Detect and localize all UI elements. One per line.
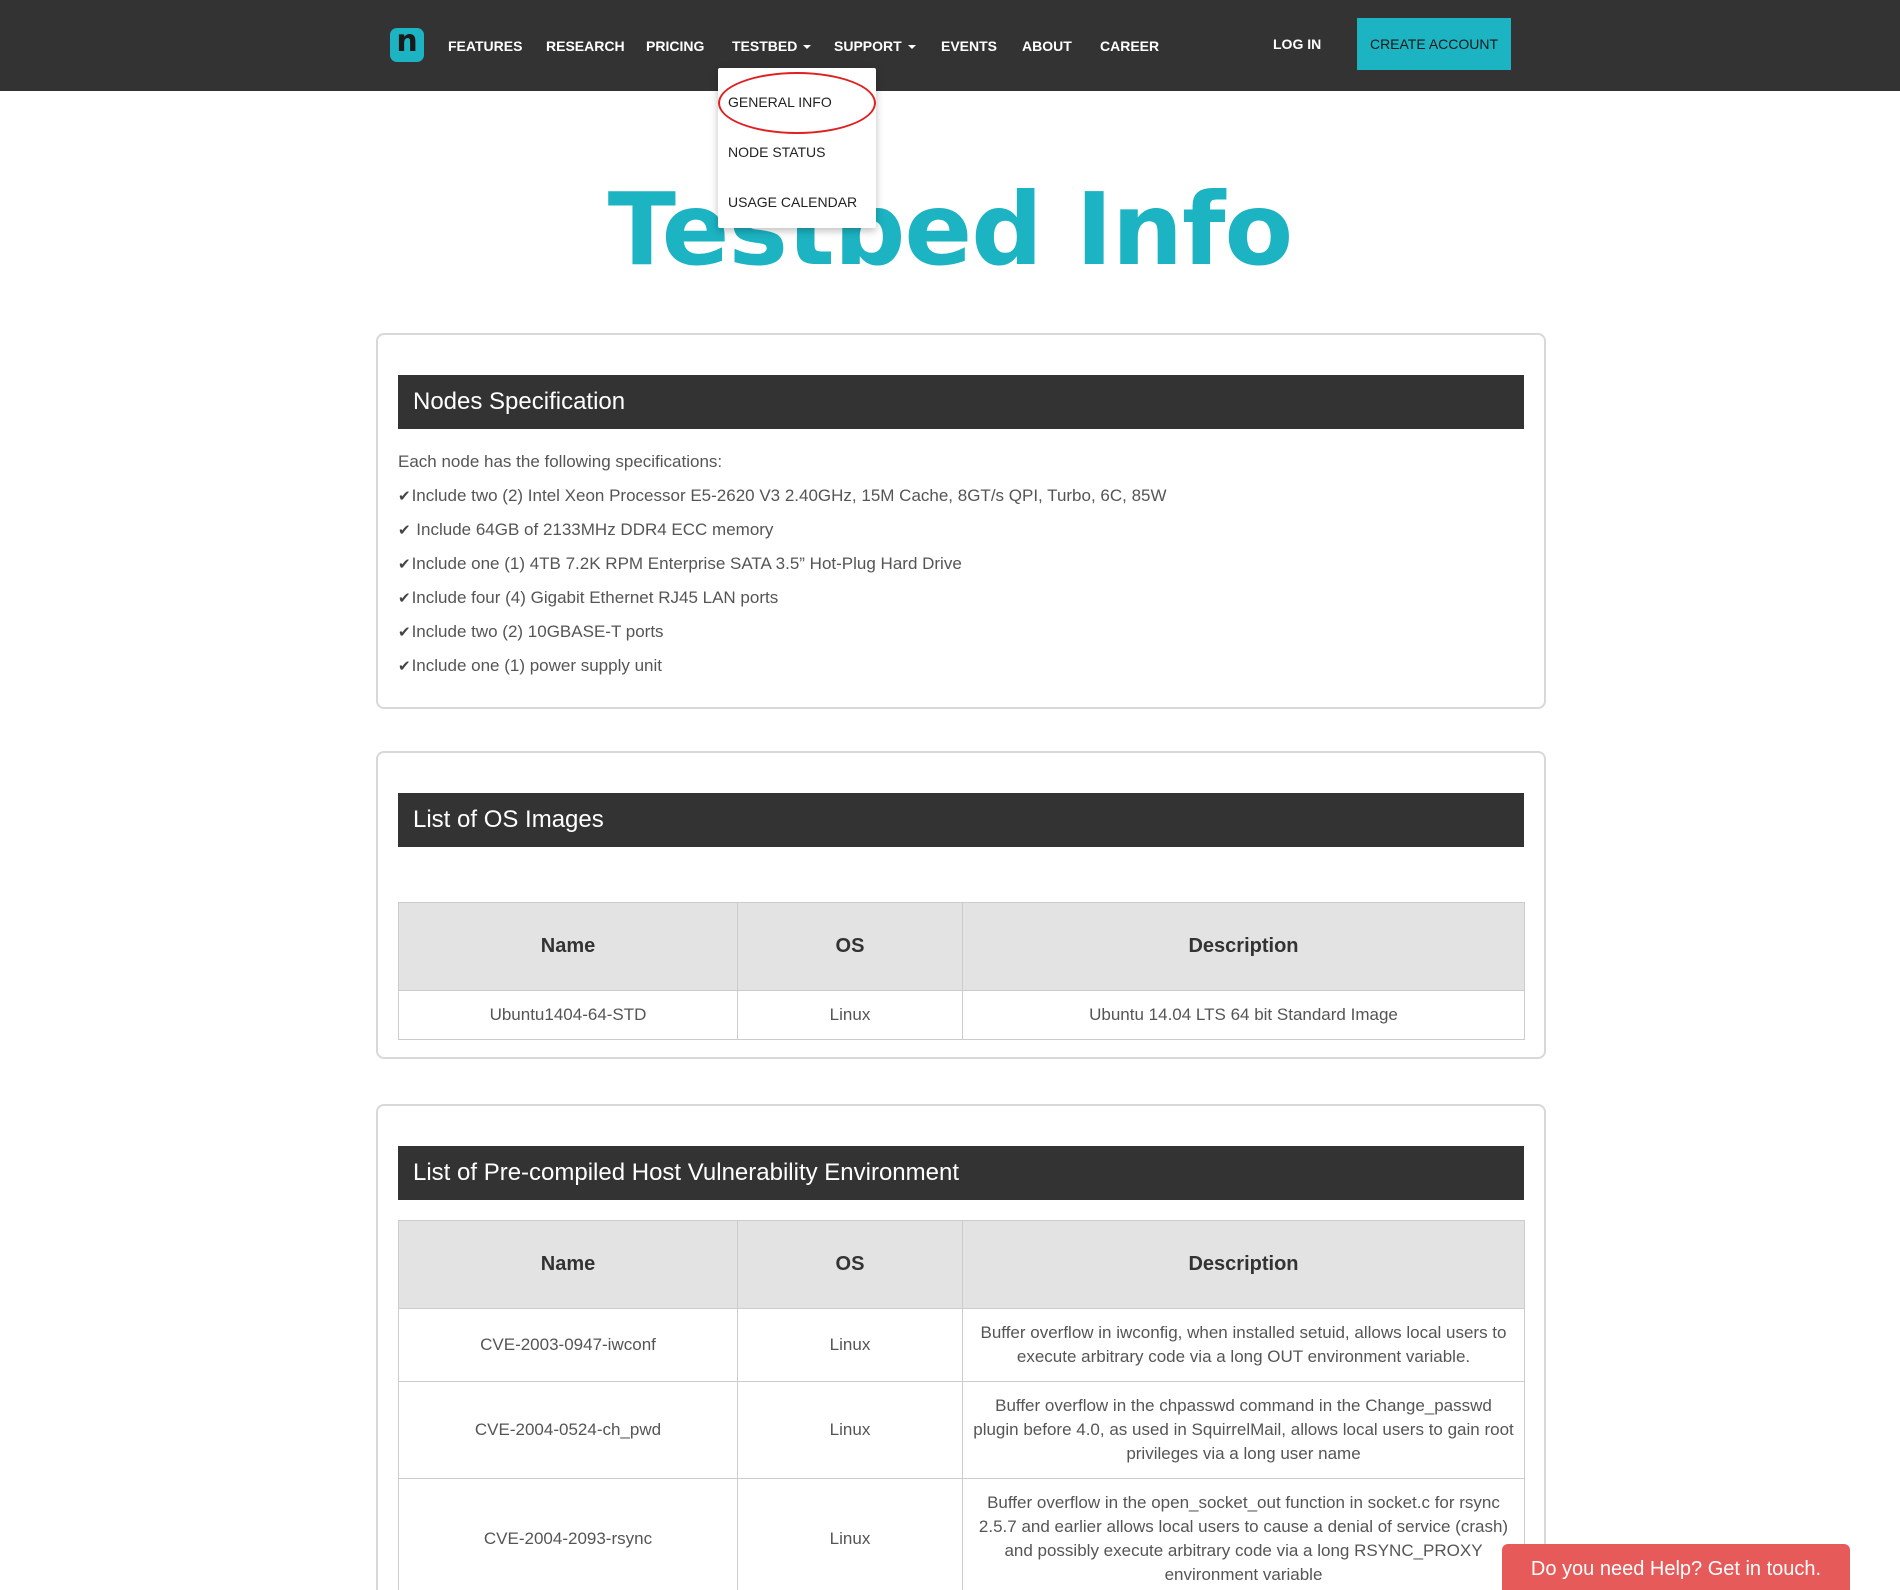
table-row: CVE-2003-0947-iwconf Linux Buffer overfl… xyxy=(398,1308,1525,1382)
cell-name: CVE-2003-0947-iwconf xyxy=(398,1308,738,1382)
spec-item: ✔Include two (2) 10GBASE-T ports xyxy=(398,622,664,642)
spec-item: ✔ Include 64GB of 2133MHz DDR4 ECC memor… xyxy=(398,520,773,540)
table-row: CVE-2004-2093-rsync Linux Buffer overflo… xyxy=(398,1478,1525,1590)
cell-os: Linux xyxy=(737,1381,963,1479)
spec-text: Include one (1) power supply unit xyxy=(411,656,663,675)
cell-name: CVE-2004-0524-ch_pwd xyxy=(398,1381,738,1479)
caret-down-icon xyxy=(803,45,812,50)
spec-text: Include two (2) 10GBASE-T ports xyxy=(411,622,664,641)
spec-text: Include four (4) Gigabit Ethernet RJ45 L… xyxy=(411,588,779,607)
help-contact-button[interactable]: Do you need Help? Get in touch. xyxy=(1502,1544,1850,1590)
table-header-row: Name OS Description xyxy=(398,902,1525,991)
nav-support[interactable]: SUPPORT xyxy=(834,38,916,54)
nodes-spec-panel: Nodes Specification Each node has the fo… xyxy=(376,333,1546,709)
nav-about[interactable]: ABOUT xyxy=(1022,38,1072,54)
column-header-name: Name xyxy=(398,1220,738,1309)
vuln-env-panel: List of Pre-compiled Host Vulnerability … xyxy=(376,1104,1546,1590)
nav-pricing[interactable]: PRICING xyxy=(646,38,704,54)
nodes-intro: Each node has the following specificatio… xyxy=(398,452,723,471)
nav-support-label: SUPPORT xyxy=(834,38,902,54)
cell-name: Ubuntu1404-64-STD xyxy=(398,990,738,1040)
nav-events[interactable]: EVENTS xyxy=(941,38,997,54)
os-images-panel: List of OS Images Name OS Description Ub… xyxy=(376,751,1546,1059)
vuln-env-header: List of Pre-compiled Host Vulnerability … xyxy=(398,1146,1524,1200)
check-icon: ✔ xyxy=(398,623,411,641)
column-header-description: Description xyxy=(962,1220,1525,1309)
table-header-row: Name OS Description xyxy=(398,1220,1525,1309)
login-link[interactable]: LOG IN xyxy=(1273,36,1321,52)
dropdown-item-usage-calendar[interactable]: USAGE CALENDAR xyxy=(728,194,857,210)
spec-text: Include two (2) Intel Xeon Processor E5-… xyxy=(411,486,1167,505)
check-icon: ✔ xyxy=(398,555,411,573)
page-title: Testbed Info xyxy=(607,171,1293,288)
spec-item: ✔Include two (2) Intel Xeon Processor E5… xyxy=(398,486,1167,506)
top-navbar: n FEATURES RESEARCH PRICING TESTBED SUPP… xyxy=(0,0,1900,91)
caret-down-icon xyxy=(907,45,916,50)
spec-item: ✔Include one (1) power supply unit xyxy=(398,656,662,676)
dropdown-item-node-status[interactable]: NODE STATUS xyxy=(728,144,826,160)
cell-description: Buffer overflow in the open_socket_out f… xyxy=(962,1478,1525,1590)
cell-name: CVE-2004-2093-rsync xyxy=(398,1478,738,1590)
column-header-name: Name xyxy=(398,902,738,991)
os-images-table: Name OS Description Ubuntu1404-64-STD Li… xyxy=(398,902,1525,1040)
spec-text: Include one (1) 4TB 7.2K RPM Enterprise … xyxy=(411,554,962,573)
annotation-circle xyxy=(718,72,876,134)
cell-os: Linux xyxy=(737,990,963,1040)
cell-description: Buffer overflow in the chpasswd command … xyxy=(962,1381,1525,1479)
check-icon: ✔ xyxy=(398,487,411,505)
cell-os: Linux xyxy=(737,1308,963,1382)
spec-text: Include 64GB of 2133MHz DDR4 ECC memory xyxy=(411,520,774,539)
table-row: Ubuntu1404-64-STD Linux Ubuntu 14.04 LTS… xyxy=(398,990,1525,1040)
spec-item: ✔Include four (4) Gigabit Ethernet RJ45 … xyxy=(398,588,778,608)
nav-career[interactable]: CAREER xyxy=(1100,38,1159,54)
cell-description: Ubuntu 14.04 LTS 64 bit Standard Image xyxy=(962,990,1525,1040)
column-header-description: Description xyxy=(962,902,1525,991)
os-images-header: List of OS Images xyxy=(398,793,1524,847)
create-account-button[interactable]: CREATE ACCOUNT xyxy=(1357,18,1511,70)
nav-features[interactable]: FEATURES xyxy=(448,38,522,54)
table-row: CVE-2004-0524-ch_pwd Linux Buffer overfl… xyxy=(398,1381,1525,1479)
check-icon: ✔ xyxy=(398,589,411,607)
vuln-env-table: Name OS Description CVE-2003-0947-iwconf… xyxy=(398,1220,1525,1590)
site-logo[interactable]: n xyxy=(390,27,424,62)
nav-testbed-label: TESTBED xyxy=(732,38,798,54)
cell-os: Linux xyxy=(737,1478,963,1590)
cell-description: Buffer overflow in iwconfig, when instal… xyxy=(962,1308,1525,1382)
nav-research[interactable]: RESEARCH xyxy=(546,38,625,54)
check-icon: ✔ xyxy=(398,657,411,675)
check-icon: ✔ xyxy=(398,521,411,539)
column-header-os: OS xyxy=(737,902,963,991)
spec-item: ✔Include one (1) 4TB 7.2K RPM Enterprise… xyxy=(398,554,962,574)
nodes-spec-header: Nodes Specification xyxy=(398,375,1524,429)
column-header-os: OS xyxy=(737,1220,963,1309)
nav-testbed[interactable]: TESTBED xyxy=(732,38,812,54)
